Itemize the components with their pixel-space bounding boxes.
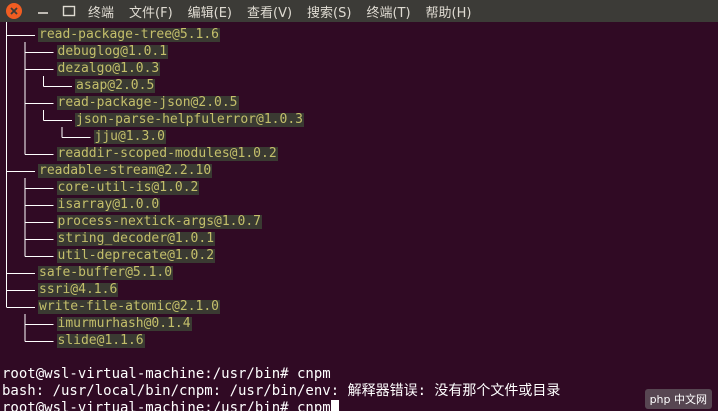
minimize-window-button[interactable] xyxy=(32,0,54,22)
package-node: process-nextick-args@1.0.7 xyxy=(56,214,262,229)
shell-error-line: bash: /usr/local/bin/cnpm: /usr/bin/env:… xyxy=(2,383,561,399)
menu-help[interactable]: 帮助(H) xyxy=(426,2,472,21)
menu-edit[interactable]: 编辑(E) xyxy=(188,2,232,21)
menu-terminal[interactable]: 终端(T) xyxy=(366,2,410,21)
watermark-logo: php 中文网 xyxy=(644,389,712,409)
menu-search[interactable]: 搜索(S) xyxy=(307,2,351,21)
package-node: core-util-is@1.0.2 xyxy=(56,180,200,195)
shell-prompt-line: root@wsl-virtual-machine:/usr/bin# cnpm xyxy=(2,366,331,382)
maximize-window-button[interactable] xyxy=(58,0,80,22)
close-window-button[interactable] xyxy=(6,3,22,19)
menu-file[interactable]: 文件(F) xyxy=(129,2,173,21)
package-node: readable-stream@2.2.10 xyxy=(38,163,213,178)
terminal-output[interactable]: read-package-tree@5.1.6 debuglog@1.0.1 dez… xyxy=(0,22,718,411)
package-node: safe-buffer@5.1.0 xyxy=(38,265,174,280)
close-icon xyxy=(10,7,18,15)
package-node: slide@1.1.6 xyxy=(56,333,145,348)
package-node: readdir-scoped-modules@1.0.2 xyxy=(56,146,278,161)
package-node: read-package-tree@5.1.6 xyxy=(38,27,221,42)
package-node: write-file-atomic@2.1.0 xyxy=(38,299,221,314)
menu-bar: 终端 文件(F) 编辑(E) 查看(V) 搜索(S) 终端(T) 帮助(H) xyxy=(0,0,718,22)
text-cursor xyxy=(330,400,339,411)
package-node: ssri@4.1.6 xyxy=(38,282,119,297)
package-node: read-package-json@2.0.5 xyxy=(56,95,239,110)
package-node: json-parse-helpfulerror@1.0.3 xyxy=(75,112,304,127)
package-node: debuglog@1.0.1 xyxy=(56,44,169,59)
minimize-icon xyxy=(38,12,48,14)
shell-current-prompt[interactable]: root@wsl-virtual-machine:/usr/bin# cnpm xyxy=(2,400,339,411)
menu-view[interactable]: 查看(V) xyxy=(247,2,292,21)
package-node: dezalgo@1.0.3 xyxy=(56,61,161,76)
package-node: jju@1.3.0 xyxy=(93,129,166,144)
shell-current-prompt-text: root@wsl-virtual-machine:/usr/bin# cnpm xyxy=(2,400,331,411)
menu-terminal-app[interactable]: 终端 xyxy=(88,2,114,21)
maximize-icon xyxy=(62,5,76,17)
terminal-window: 终端 文件(F) 编辑(E) 查看(V) 搜索(S) 终端(T) 帮助(H) r… xyxy=(0,0,718,411)
package-node: string_decoder@1.0.1 xyxy=(56,231,216,246)
package-node: isarray@1.0.0 xyxy=(56,197,161,212)
package-node: asap@2.0.5 xyxy=(75,78,156,93)
package-node: imurmurhash@0.1.4 xyxy=(56,316,192,331)
package-node: util-deprecate@1.0.2 xyxy=(56,248,216,263)
